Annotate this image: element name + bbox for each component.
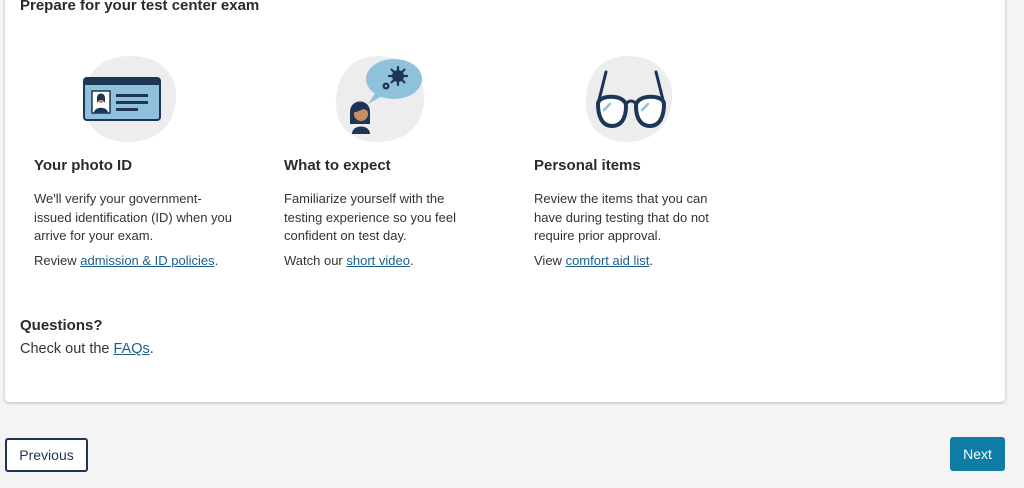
link-prefix: Review [34, 253, 81, 268]
previous-button[interactable]: Previous [5, 438, 88, 472]
person-thinking-gears-icon [334, 54, 430, 144]
link-suffix: . [409, 253, 414, 268]
photo-id-card-icon [82, 54, 178, 144]
admission-id-policies-link[interactable]: admission & ID policies [80, 253, 214, 268]
page-title: Prepare for your test center exam [20, 0, 260, 14]
section-link-line: Review admission & ID policies. [34, 253, 218, 268]
section-heading: Your photo ID [34, 157, 133, 174]
section-description: We'll verify your government-issued iden… [34, 191, 232, 243]
section-heading: What to expect [284, 157, 391, 174]
eyeglasses-icon [584, 54, 680, 144]
questions-suffix: . [149, 341, 154, 357]
questions-text: Check out the FAQs. [20, 341, 154, 357]
comfort-aid-list-link[interactable]: comfort aid list [566, 253, 650, 268]
section-description: Review the items that you can have durin… [534, 191, 709, 243]
section-description: Familiarize yourself with the testing ex… [284, 191, 456, 243]
section-link-line: Watch our short video. [284, 253, 414, 268]
next-button[interactable]: Next [950, 437, 1005, 471]
link-prefix: Watch our [284, 253, 347, 268]
questions-prefix: Check out the [20, 341, 114, 357]
link-suffix: . [649, 253, 653, 268]
link-prefix: View [534, 253, 566, 268]
short-video-link[interactable]: short video [346, 253, 410, 268]
faqs-link[interactable]: FAQs [114, 341, 150, 357]
section-heading: Personal items [534, 157, 641, 174]
questions-heading: Questions? [20, 317, 103, 334]
link-suffix: . [214, 253, 219, 268]
section-link-line: View comfort aid list. [534, 253, 653, 268]
